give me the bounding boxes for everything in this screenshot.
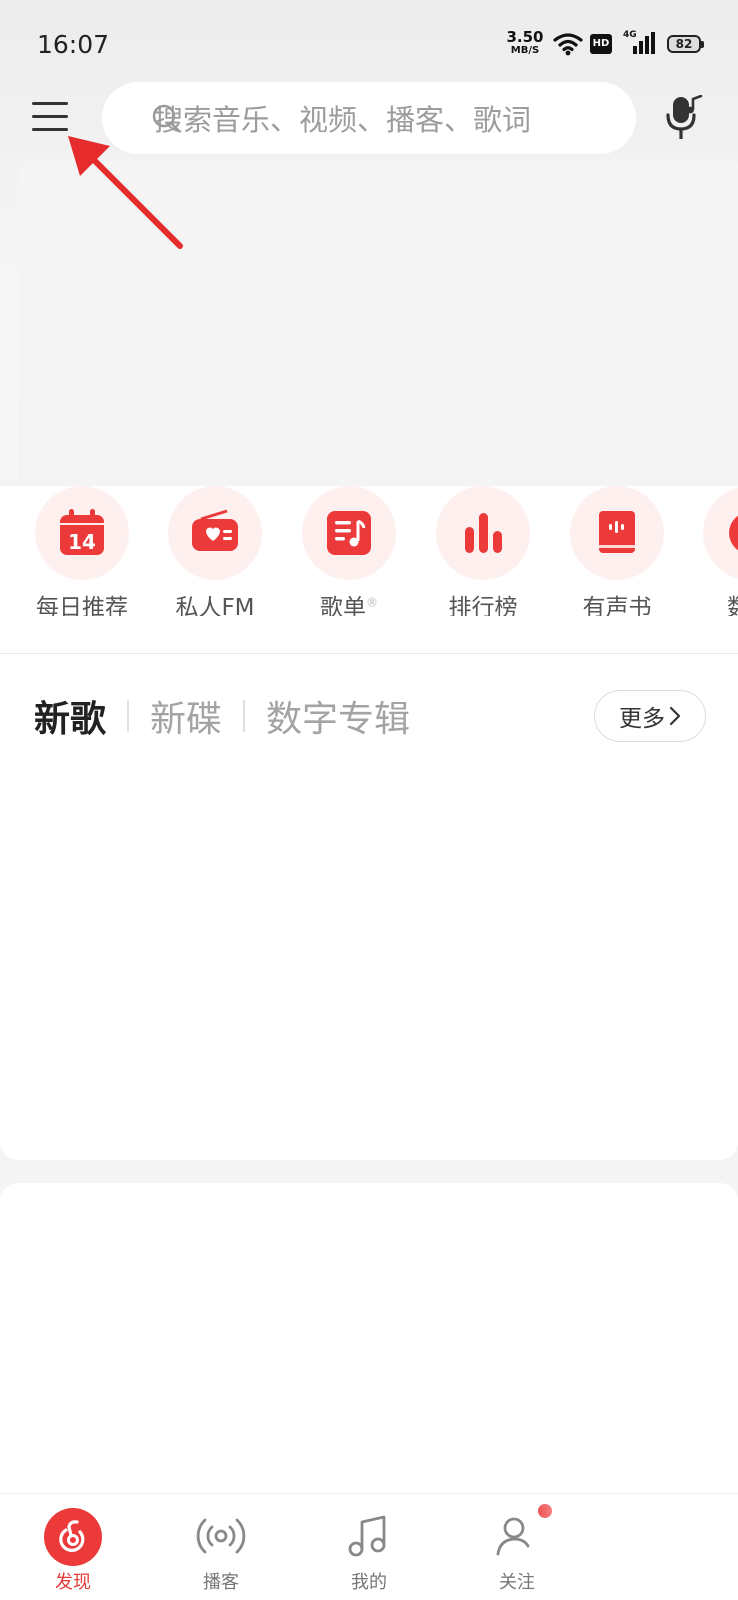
search-icon	[152, 104, 181, 133]
shortcut-audiobook[interactable]: 有声书	[557, 486, 677, 616]
shortcut-daily-recommend[interactable]: 14 每日推荐	[22, 486, 142, 616]
new-music-tabs: 新歌 新碟 数字专辑	[34, 690, 410, 742]
radio-icon	[192, 509, 238, 551]
status-time: 16:07	[37, 30, 110, 59]
signal-icon	[633, 32, 655, 54]
shortcut-private-fm[interactable]: 私人FM	[155, 486, 275, 616]
playlist-icon	[327, 511, 371, 555]
tab-new-songs[interactable]: 新歌	[34, 690, 106, 742]
more-button[interactable]: 更多	[594, 690, 706, 742]
microphone-music-icon[interactable]	[665, 95, 705, 141]
network-speed-value: 3.50	[506, 28, 544, 46]
music-note-icon	[348, 1515, 386, 1557]
battery-indicator: 82	[667, 35, 704, 53]
digital-album-icon	[729, 515, 738, 551]
nav-podcast[interactable]: 播客	[166, 1494, 276, 1600]
nav-discover[interactable]: 发现	[18, 1494, 128, 1600]
search-placeholder: 搜索音乐、视频、播客、歌词	[154, 103, 532, 137]
search-bar[interactable]: 搜索音乐、视频、播客、歌词	[102, 82, 636, 154]
wifi-icon	[553, 33, 583, 56]
tab-separator	[243, 700, 246, 732]
shortcut-charts[interactable]: 排行榜	[423, 486, 543, 616]
section-divider	[0, 653, 738, 654]
hamburger-menu-icon	[32, 102, 68, 105]
network-speed: 3.50 MB/S	[505, 30, 545, 56]
more-label: 更多	[619, 706, 665, 732]
network-speed-unit: MB/S	[510, 45, 540, 56]
tab-new-albums[interactable]: 新碟	[150, 690, 222, 742]
shortcut-row: 14 每日推荐 私人FM 歌单® 排行榜 有声书	[0, 486, 738, 616]
shortcut-icon-bg	[302, 486, 396, 580]
status-bar: 16:07 3.50 MB/S HD 4G 82	[0, 0, 738, 90]
shortcut-icon-bg	[570, 486, 664, 580]
banner-carousel[interactable]	[18, 162, 738, 480]
menu-line	[32, 128, 68, 131]
nav-label: 播客	[203, 1572, 239, 1593]
shortcut-icon-bg: 14	[35, 486, 129, 580]
shortcut-label: 歌单®	[289, 588, 409, 616]
tab-separator	[127, 700, 130, 732]
shortcut-icon-bg	[168, 486, 262, 580]
shortcut-digital-album[interactable]: 数字	[690, 486, 738, 616]
nav-fade-overlay	[530, 1495, 738, 1600]
shortcut-icon-bg	[703, 486, 738, 580]
shortcut-playlist[interactable]: 歌单®	[289, 486, 409, 616]
chevron-right-icon	[669, 706, 681, 726]
discover-icon	[44, 1508, 102, 1566]
audiobook-icon	[599, 511, 635, 553]
content-card	[0, 1183, 738, 1493]
nav-label: 发现	[55, 1572, 91, 1593]
registered-mark: ®	[366, 595, 378, 610]
bar-chart-icon	[465, 513, 502, 553]
tab-digital-albums[interactable]: 数字专辑	[266, 690, 410, 742]
shortcut-label: 每日推荐	[36, 595, 128, 616]
nav-mine[interactable]: 我的	[314, 1494, 424, 1600]
shortcut-label: 私人FM	[175, 595, 255, 616]
shortcut-label: 有声书	[582, 595, 652, 616]
shortcut-label: 排行榜	[448, 595, 518, 616]
menu-button[interactable]	[30, 100, 70, 136]
shortcut-label: 数字	[690, 588, 738, 616]
calendar-day-badge: 14	[68, 530, 96, 554]
shortcut-label-text: 歌单	[320, 595, 366, 616]
hd-badge: HD	[590, 34, 612, 54]
podcast-icon	[196, 1518, 246, 1554]
menu-line	[32, 115, 68, 118]
nav-label: 我的	[351, 1572, 387, 1593]
calendar-icon: 14	[60, 509, 104, 555]
shortcut-icon-bg	[436, 486, 530, 580]
